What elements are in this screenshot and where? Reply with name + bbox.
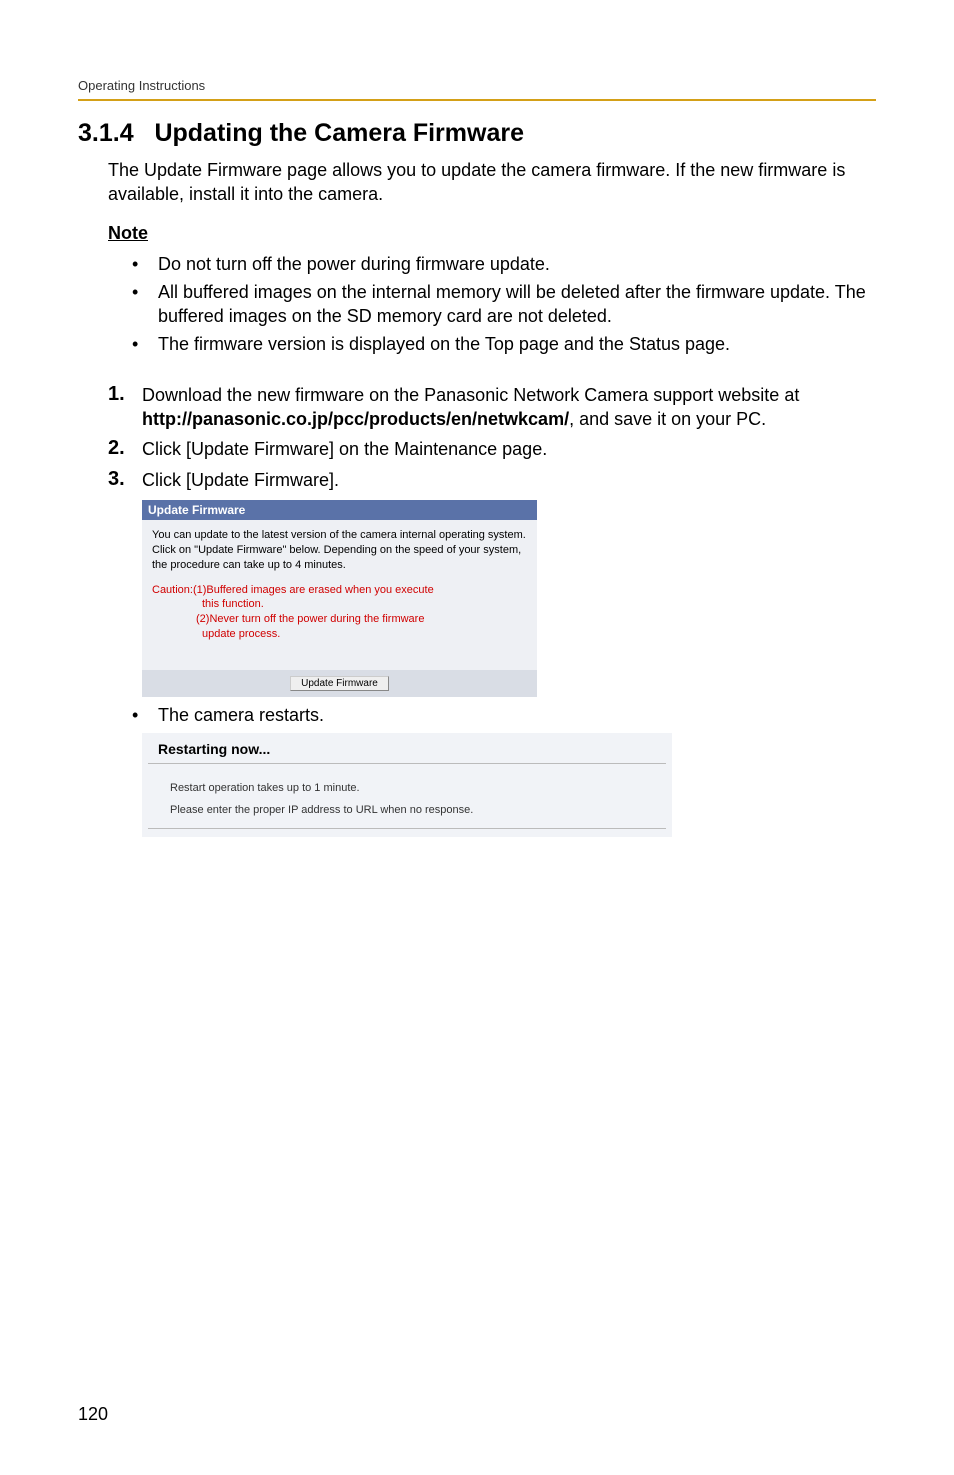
step-text-after: , and save it on your PC. <box>569 409 766 429</box>
restarting-line: Please enter the proper IP address to UR… <box>142 802 672 824</box>
panel-button-row: Update Firmware <box>142 670 537 697</box>
step-list: 1. Download the new firmware on the Pana… <box>108 383 876 492</box>
step-item: 3. Click [Update Firmware]. <box>108 468 876 492</box>
step-text: Click [Update Firmware]. <box>142 470 339 490</box>
panel-title: Update Firmware <box>142 500 537 520</box>
result-item: The camera restarts. <box>108 703 876 727</box>
running-header: Operating Instructions <box>78 78 876 101</box>
restarting-title: Restarting now... <box>148 737 666 764</box>
update-firmware-panel: Update Firmware You can update to the la… <box>142 500 537 697</box>
section-number: 3.1.4 <box>78 119 134 147</box>
intro-paragraph: The Update Firmware page allows you to u… <box>108 158 876 207</box>
caution-line: (1)Buffered images are erased when you e… <box>193 584 434 596</box>
caution-line: this function. <box>152 597 527 612</box>
step-text: Download the new firmware on the Panason… <box>142 385 799 405</box>
divider <box>148 828 666 829</box>
restarting-panel: Restarting now... Restart operation take… <box>142 733 672 837</box>
note-item: The firmware version is displayed on the… <box>108 332 876 356</box>
result-list: The camera restarts. <box>108 703 876 727</box>
note-item: All buffered images on the internal memo… <box>108 280 876 329</box>
page-number: 120 <box>78 1404 108 1425</box>
step-url: http://panasonic.co.jp/pcc/products/en/n… <box>142 409 569 429</box>
update-firmware-button[interactable]: Update Firmware <box>290 676 389 691</box>
note-heading: Note <box>108 223 876 244</box>
step-number: 1. <box>108 381 125 408</box>
step-item: 1. Download the new firmware on the Pana… <box>108 383 876 432</box>
note-item: Do not turn off the power during firmwar… <box>108 252 876 276</box>
panel-caution: Caution:(1)Buffered images are erased wh… <box>142 579 537 670</box>
panel-body-text: You can update to the latest version of … <box>142 520 537 579</box>
step-number: 2. <box>108 435 125 462</box>
caution-line: update process. <box>152 627 527 642</box>
step-item: 2. Click [Update Firmware] on the Mainte… <box>108 437 876 461</box>
section-title: Updating the Camera Firmware <box>154 119 524 147</box>
note-list: Do not turn off the power during firmwar… <box>108 252 876 357</box>
restarting-line: Restart operation takes up to 1 minute. <box>142 780 672 802</box>
section-heading: 3.1.4 Updating the Camera Firmware <box>78 119 876 148</box>
caution-label: Caution: <box>152 584 193 596</box>
step-text: Click [Update Firmware] on the Maintenan… <box>142 439 547 459</box>
caution-line: (2)Never turn off the power during the f… <box>152 612 527 627</box>
step-number: 3. <box>108 466 125 493</box>
